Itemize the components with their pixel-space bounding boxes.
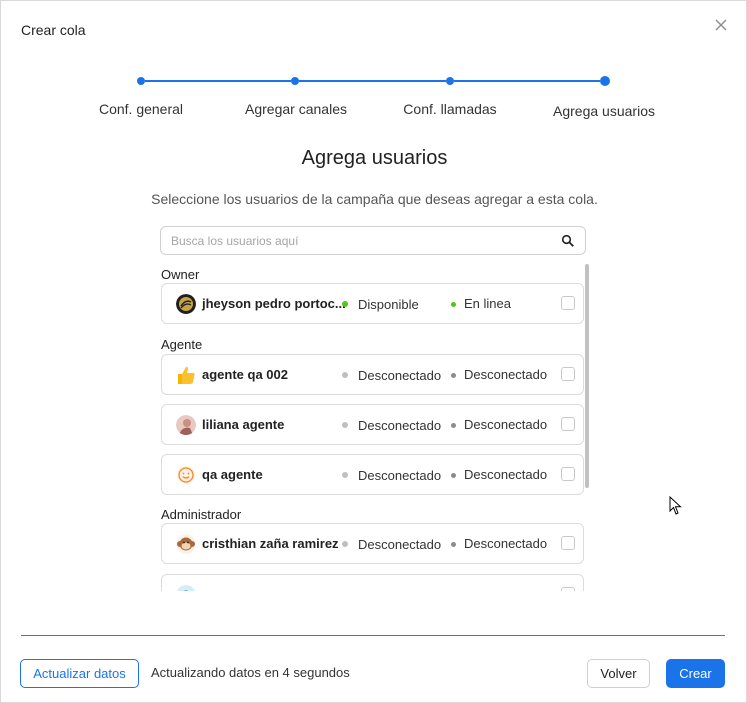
user-row[interactable]: jheyson pedro portoc... Disponible En li…: [161, 283, 584, 324]
status-dot: [342, 422, 348, 428]
step-dot-calls: [446, 77, 454, 85]
user-connection: Desconectado: [464, 536, 548, 551]
status-dot: [342, 372, 348, 378]
step-connector: [145, 80, 291, 82]
monkey-icon: [176, 534, 196, 554]
avatar-owner-icon: [176, 294, 196, 314]
step-label-calls: Conf. llamadas: [403, 101, 497, 117]
avatar-icon: [176, 585, 196, 591]
photo-avatar-icon: [176, 415, 196, 435]
group-label-agent: Agente: [161, 337, 203, 352]
user-status: Desconectado: [358, 468, 442, 483]
page-heading: Agrega usuarios: [301, 147, 448, 169]
avatar: [176, 365, 196, 385]
search-icon[interactable]: [561, 234, 575, 248]
user-name: agente qa 002: [202, 367, 288, 382]
avatar: [176, 585, 196, 591]
status-dot: [342, 472, 348, 478]
user-connection: Desconectado: [464, 467, 548, 482]
refresh-status-text: Actualizando datos en 4 segundos: [151, 665, 350, 680]
connection-dot: [451, 473, 456, 478]
user-checkbox[interactable]: [561, 417, 575, 431]
close-icon[interactable]: [712, 16, 730, 34]
create-button[interactable]: Crear: [666, 659, 725, 688]
step-dot-users: [600, 76, 610, 86]
user-checkbox[interactable]: [561, 296, 575, 310]
thumbs-up-icon: [178, 366, 195, 384]
step-dot-channels: [291, 77, 299, 85]
refresh-data-button[interactable]: Actualizar datos: [20, 659, 139, 688]
status-dot: [342, 301, 348, 307]
user-row[interactable]: liliana agente Desconectado Desconectado: [161, 404, 584, 445]
user-connection: Desconectado: [464, 367, 548, 382]
step-dot-general: [137, 77, 145, 85]
user-status: Desconectado: [358, 537, 442, 552]
list-scrollbar[interactable]: [585, 264, 589, 488]
smiley-icon: [177, 466, 195, 484]
user-row[interactable]: cristhian zaña ramirez Desconectado Desc…: [161, 523, 584, 564]
avatar: [176, 415, 196, 435]
search-input[interactable]: [171, 232, 551, 250]
mouse-cursor-icon: [669, 496, 682, 515]
user-checkbox[interactable]: [561, 367, 575, 381]
user-row[interactable]: agente qa 002 Desconectado Desconectado: [161, 354, 584, 395]
user-name: cristhian zaña ramirez: [202, 536, 339, 551]
connection-dot: [451, 302, 456, 307]
step-label-general: Conf. general: [98, 101, 184, 117]
group-label-owner: Owner: [161, 267, 200, 282]
connection-dot: [451, 542, 456, 547]
step-connector: [299, 80, 446, 82]
back-button[interactable]: Volver: [587, 659, 650, 688]
user-name: qa agente: [202, 467, 263, 482]
step-label-channels: Agregar canales: [245, 101, 347, 117]
avatar: [176, 294, 196, 314]
user-status: Desconectado: [358, 418, 442, 433]
avatar: [176, 465, 196, 485]
user-row[interactable]: [161, 574, 584, 591]
user-status: Desconectado: [358, 368, 442, 383]
stepper: Conf. general Agregar canales Conf. llam…: [1, 71, 747, 131]
step-connector: [454, 80, 600, 82]
user-checkbox[interactable]: [561, 587, 575, 591]
user-name: liliana agente: [202, 417, 285, 432]
group-label-admin: Administrador: [161, 507, 242, 522]
status-dot: [342, 541, 348, 547]
user-connection: Desconectado: [464, 417, 548, 432]
page-subtitle: Seleccione los usuarios de la campaña qu…: [151, 191, 598, 207]
connection-dot: [451, 373, 456, 378]
search-box: [160, 226, 586, 255]
user-row[interactable]: qa agente Desconectado Desconectado: [161, 454, 584, 495]
user-list: Owner jheyson pedro portoc... Disponible…: [160, 263, 592, 591]
user-checkbox[interactable]: [561, 467, 575, 481]
avatar: [176, 534, 196, 554]
create-queue-dialog: Crear cola Conf. general Agregar canales…: [0, 0, 747, 703]
user-status: Disponible: [358, 297, 419, 312]
user-name: jheyson pedro portoc...: [202, 296, 346, 311]
step-label-users: Agrega usuarios: [553, 103, 655, 119]
user-checkbox[interactable]: [561, 536, 575, 550]
dialog-title: Crear cola: [21, 22, 86, 38]
footer-divider: [21, 635, 725, 636]
connection-dot: [451, 423, 456, 428]
user-connection: En linea: [464, 296, 511, 311]
